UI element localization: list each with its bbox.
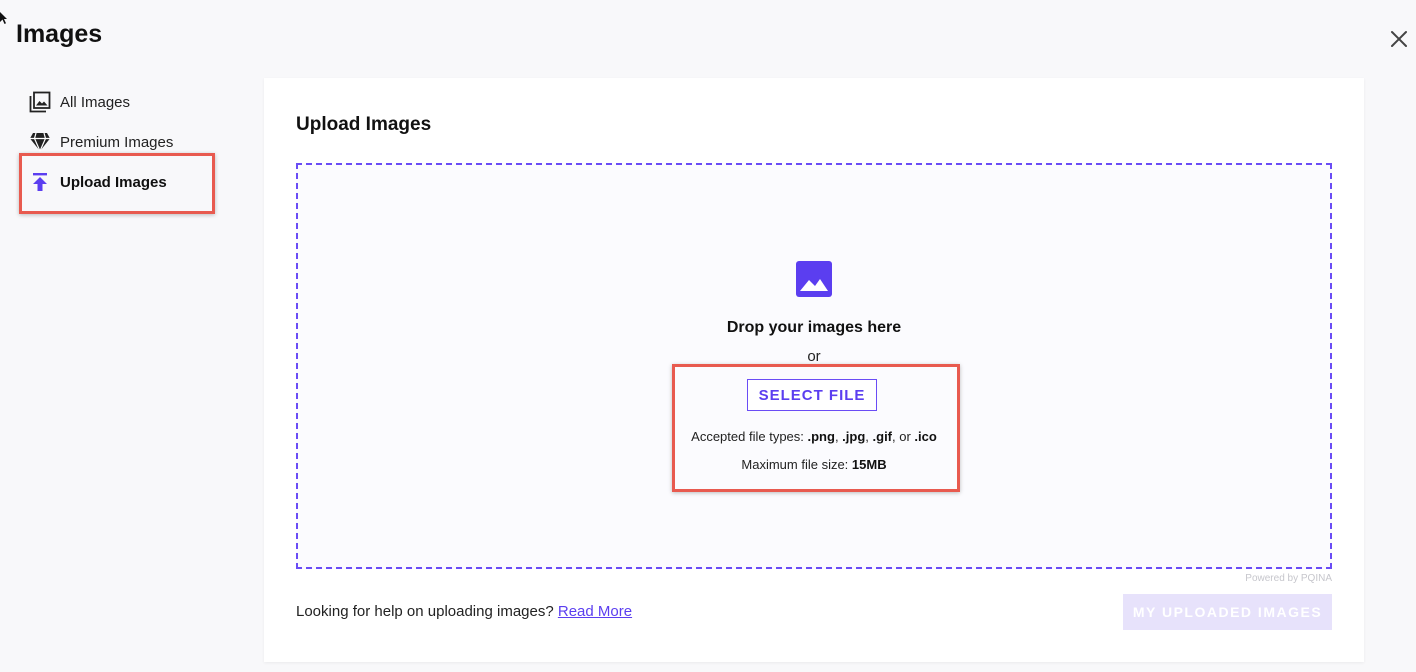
read-more-link[interactable]: Read More	[558, 603, 632, 620]
file-type-png: .png	[807, 429, 835, 444]
sidebar-item-upload-images[interactable]: Upload Images	[28, 162, 208, 202]
select-file-button[interactable]: SELECT FILE	[747, 379, 877, 411]
close-icon[interactable]	[1388, 28, 1410, 50]
sidebar: All Images Premium Images Upload Images	[28, 82, 208, 202]
separator: ,	[865, 429, 873, 444]
mouse-cursor-icon	[0, 12, 7, 24]
help-text: Looking for help on uploading images? Re…	[296, 603, 632, 620]
drop-zone[interactable]: Drop your images here or SELECT FILE Acc…	[296, 163, 1332, 569]
accepted-prefix: Accepted file types:	[691, 429, 808, 444]
max-size-value: 15MB	[851, 457, 887, 472]
help-label: Looking for help on uploading images?	[296, 603, 554, 620]
my-uploaded-images-button[interactable]: MY UPLOADED IMAGES	[1123, 594, 1332, 630]
sidebar-item-premium-images[interactable]: Premium Images	[28, 122, 208, 162]
upload-arrow-icon	[28, 170, 52, 194]
panel-title: Upload Images	[296, 114, 432, 135]
image-icon	[796, 261, 832, 297]
max-size-prefix: Maximum file size:	[741, 457, 852, 472]
diamond-icon	[28, 130, 52, 154]
image-stack-icon	[28, 90, 52, 114]
drop-instructions: Drop your images here	[726, 319, 902, 336]
file-type-ico: .ico	[914, 429, 937, 444]
sidebar-item-label: Premium Images	[60, 133, 174, 151]
sidebar-item-label: All Images	[60, 93, 131, 111]
sidebar-item-all-images[interactable]: All Images	[28, 82, 208, 122]
accepted-file-types: Accepted file types: .png, .jpg, .gif, o…	[298, 429, 1330, 444]
separator: , or	[892, 429, 915, 444]
dialog-title: Images	[16, 20, 103, 48]
file-type-gif: .gif	[872, 429, 893, 444]
file-type-jpg: .jpg	[842, 429, 866, 444]
max-file-size: Maximum file size: 15MB	[298, 457, 1330, 472]
or-separator: or	[807, 348, 821, 365]
upload-panel: Upload Images Drop your images here or S…	[264, 78, 1364, 662]
sidebar-item-label: Upload Images	[60, 173, 167, 191]
powered-by-label: Powered by PQINA	[1245, 573, 1332, 584]
